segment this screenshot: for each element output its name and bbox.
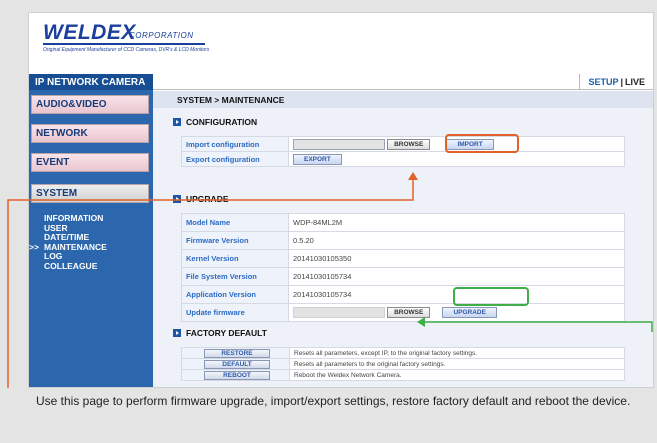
import-callout-arrowhead — [408, 172, 418, 180]
callout-arrows — [7, 172, 653, 443]
caption: Use this page to perform firmware upgrad… — [0, 388, 657, 443]
screenshot-frame: WELDEX CORPORATION Original Equipment Ma… — [0, 0, 657, 443]
upgrade-callout-arrowhead — [417, 317, 425, 327]
upgrade-callout-line — [424, 321, 653, 332]
